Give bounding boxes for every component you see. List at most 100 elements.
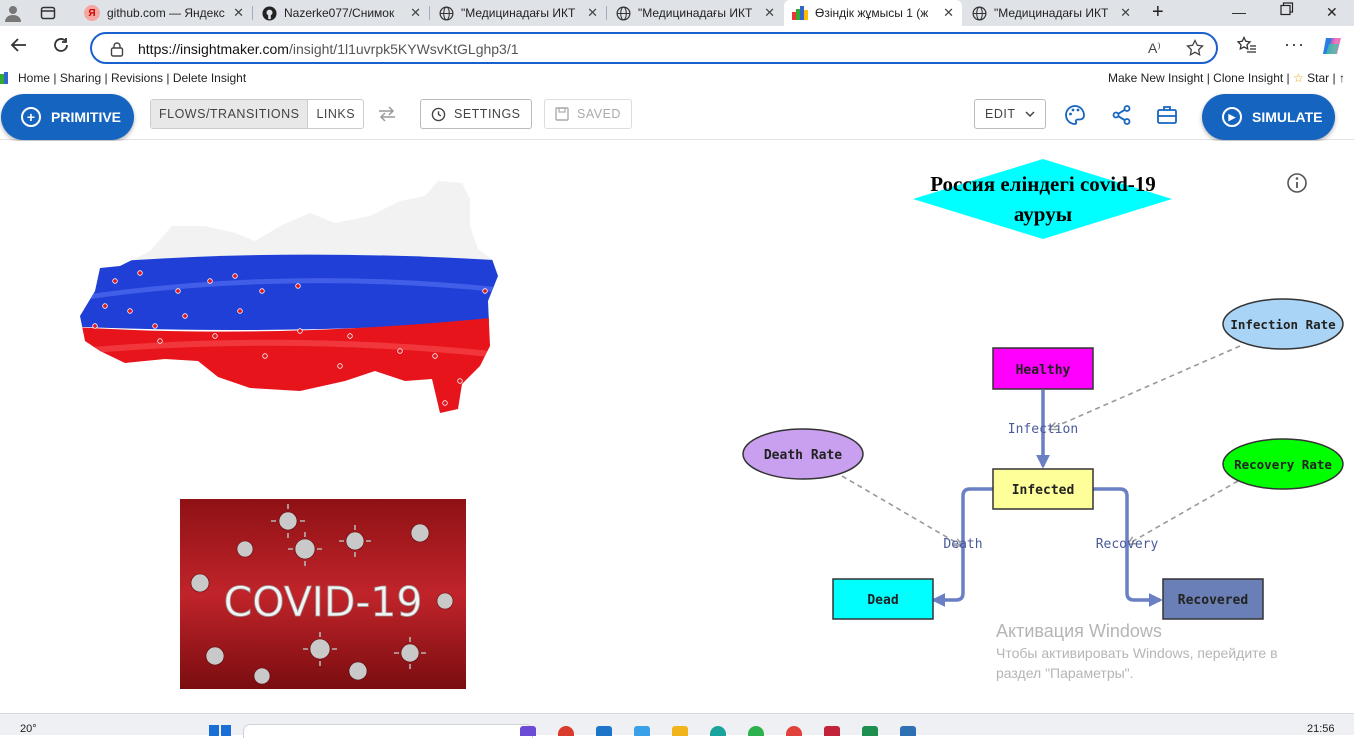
tab-actions-icon[interactable] [40,5,56,26]
globe-icon [615,5,631,21]
flow-label-death[interactable]: Death [943,537,982,552]
stock-label: Recovered [1178,593,1248,608]
stock-label: Infected [1012,483,1075,498]
stock-label: Dead [867,593,898,608]
browser-tab[interactable]: Я github.com — Яндекс ✕ [76,0,252,26]
flow-label-recovery[interactable]: Recovery [1096,537,1159,552]
share-icon[interactable] [1111,104,1133,131]
url-text[interactable]: https://insightmaker.com/insight/1l1uvrp… [138,41,519,57]
stock-label: Healthy [1016,363,1071,378]
stock-healthy[interactable]: Healthy [992,347,1094,390]
chevron-down-icon [1025,110,1036,118]
variable-label: Recovery Rate [1234,457,1332,472]
start-icon[interactable] [209,725,231,739]
primitive-label: PRIMITIVE [51,109,122,125]
palette-icon[interactable] [1064,104,1086,131]
settings-label: SETTINGS [454,107,521,121]
clone-insight-link[interactable]: Clone Insight [1213,71,1283,85]
variable-infection-rate[interactable]: Infection Rate [1222,298,1344,350]
flow-label-infection[interactable]: Infection [1008,422,1078,437]
lock-icon[interactable] [110,41,124,62]
stock-recovered[interactable]: Recovered [1162,578,1264,620]
toolbox-icon[interactable] [1156,104,1178,131]
edit-dropdown[interactable]: EDIT [974,99,1046,129]
edit-label: EDIT [985,107,1016,121]
close-icon[interactable]: ✕ [233,5,244,21]
flows-transitions-button[interactable]: FLOWS/TRANSITIONS [151,100,309,128]
link-recovery-rate-to-recovery[interactable] [1128,480,1239,544]
globe-icon [438,5,454,21]
model-canvas[interactable]: COVID-19 Россия еліндегі covid-19 ауруы … [0,141,1354,711]
settings-button[interactable]: SETTINGS [420,99,532,129]
sharing-link[interactable]: Sharing [60,71,101,85]
links-button[interactable]: LINKS [308,100,363,128]
tab-label: "Медицинадағы ИКТ [638,6,753,20]
url-path: /insight/1l1uvrpk5KYWsvKtGLghp3/1 [288,41,519,57]
more-options-icon[interactable]: ··· [1284,34,1305,55]
browser-tab-active[interactable]: Өзіндік жұмысы 1 (ж ✕ [784,0,962,26]
variable-recovery-rate[interactable]: Recovery Rate [1222,438,1344,490]
url-host: https://insightmaker.com [138,41,289,57]
browser-tab-bar: Я github.com — Яндекс ✕ Nazerke077/Снимо… [0,0,1354,26]
save-icon [555,107,569,121]
close-window-button[interactable]: ✕ [1326,4,1338,21]
delete-insight-link[interactable]: Delete Insight [173,71,246,85]
tab-label: "Медицинадағы ИКТ [994,6,1109,20]
new-tab-button[interactable]: + [1152,1,1164,24]
browser-tab[interactable]: "Медицинадағы ИКТ ✕ [430,0,606,26]
saved-button[interactable]: SAVED [544,99,632,129]
back-button[interactable] [10,36,28,59]
tab-label: "Медицинадағы ИКТ [461,6,576,20]
globe-icon [971,5,987,21]
star-link[interactable]: Star [1307,71,1329,85]
close-icon[interactable]: ✕ [764,5,775,21]
close-icon[interactable]: ✕ [587,5,598,21]
close-icon[interactable]: ✕ [410,5,421,21]
connection-mode-toggle: FLOWS/TRANSITIONS LINKS [150,99,365,129]
star-icon: ☆ [1293,71,1304,85]
play-icon: ▶ [1222,107,1242,127]
stock-dead[interactable]: Dead [832,578,934,620]
swap-icon[interactable] [377,106,397,127]
windows-activation-line-2: Чтобы активировать Windows, перейдите в [996,645,1278,661]
taskbar-search-box[interactable] [243,724,533,738]
maximize-button[interactable] [1280,2,1294,19]
tab-label: github.com — Яндекс [107,6,225,20]
favorite-star-icon[interactable] [1186,38,1204,62]
weather-temperature[interactable]: 20° [20,723,37,735]
insightmaker-logo-icon [0,72,10,87]
revisions-link[interactable]: Revisions [111,71,163,85]
address-bar[interactable]: https://insightmaker.com/insight/1l1uvrp… [90,32,1218,64]
profile-icon[interactable] [4,4,22,27]
variable-label: Death Rate [764,448,842,463]
model-title-label[interactable]: Россия еліндегі covid-19 ауруы [913,159,1172,239]
reload-button[interactable] [52,36,70,59]
add-primitive-button[interactable]: + PRIMITIVE [1,94,134,140]
clock-icon [431,107,446,122]
link-death-rate-to-death[interactable] [841,475,962,546]
close-icon[interactable]: ✕ [943,5,954,21]
make-new-insight-link[interactable]: Make New Insight [1108,71,1203,85]
info-icon[interactable] [1287,173,1307,193]
upvote-link[interactable]: ↑ [1339,71,1345,85]
close-icon[interactable]: ✕ [1120,5,1131,21]
browser-tab[interactable]: "Медицинадағы ИКТ ✕ [963,0,1139,26]
covid-19-image[interactable]: COVID-19 [180,499,466,689]
copilot-icon[interactable] [1322,36,1344,61]
browser-tab[interactable]: Nazerke077/Снимок ✕ [253,0,429,26]
minimize-button[interactable]: — [1232,4,1246,20]
saved-label: SAVED [577,107,621,121]
insightmaker-icon [792,5,808,21]
favorites-icon[interactable] [1236,35,1257,59]
stock-infected[interactable]: Infected [992,468,1094,510]
tab-label: Nazerke077/Снимок [284,6,395,20]
simulate-label: SIMULATE [1252,109,1323,125]
browser-tab[interactable]: "Медицинадағы ИКТ ✕ [607,0,783,26]
reader-mode-icon[interactable]: A⁾ [1148,40,1161,57]
windows-activation-title: Активация Windows [996,621,1162,641]
clock-time[interactable]: 21:56 [1307,723,1335,735]
russia-flag-map-image[interactable] [60,171,510,431]
variable-death-rate[interactable]: Death Rate [742,428,864,480]
simulate-button[interactable]: ▶ SIMULATE [1202,94,1335,140]
home-link[interactable]: Home [18,71,50,85]
